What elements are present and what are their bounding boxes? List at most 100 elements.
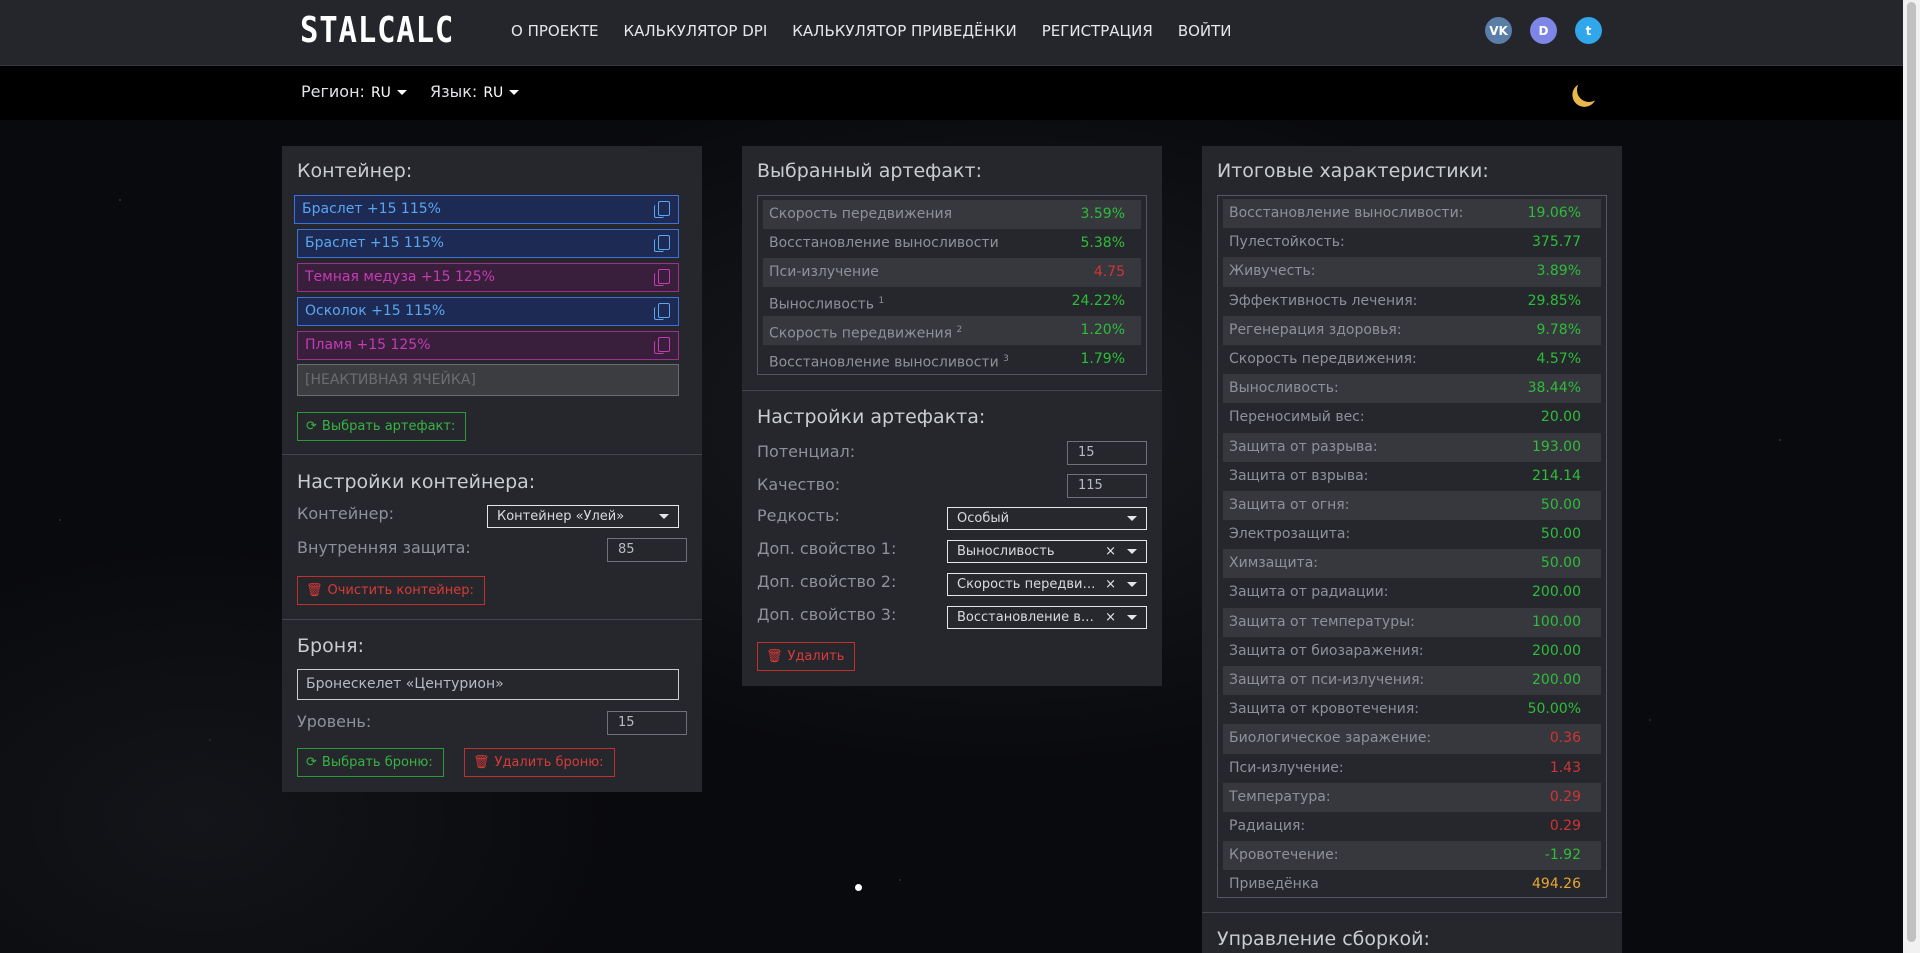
artifact-slot-5[interactable]: Пламя +15 125% (297, 331, 679, 360)
stat-value: 50.00% (1527, 701, 1581, 718)
potential-label: Потенциал: (757, 442, 856, 461)
clear-icon[interactable]: × (1105, 574, 1116, 595)
stat-value: 50.00 (1540, 496, 1581, 513)
container-type-label: Контейнер: (297, 504, 395, 523)
artifact-slot-2[interactable]: Браслет +15 115% (297, 229, 679, 258)
artifact-stats-table: Скорость передвижения 3.59% Восстановлен… (757, 195, 1147, 375)
armor-field[interactable]: Бронескелет «Центурион» (297, 669, 679, 700)
trash-icon: 🗑 (766, 649, 783, 664)
region-selector[interactable]: Регион: RU (301, 82, 407, 101)
nav-link-login[interactable]: ВОЙТИ (1178, 22, 1232, 40)
caret-down-icon (1127, 516, 1137, 521)
stat-value: 9.78% (1536, 321, 1581, 338)
choose-armor-button[interactable]: ⟳ Выбрать броню: (297, 748, 444, 777)
language-label: Язык: (430, 82, 478, 101)
divider (282, 454, 702, 455)
extra-property-1-select[interactable]: Выносливость × (947, 540, 1147, 563)
delete-artifact-button[interactable]: 🗑 Удалить (757, 642, 856, 671)
totals-stat-row: Выносливость: 38.44% (1223, 374, 1601, 404)
carousel-dot[interactable] (855, 884, 862, 891)
nav-link-dpi-calculator[interactable]: КАЛЬКУЛЯТОР DPI (623, 22, 767, 40)
slot-label: [НЕАКТИВНАЯ ЯЧЕЙКА] (305, 372, 476, 388)
stat-name: Пулестойкость: (1229, 234, 1345, 251)
totals-stat-row: Эффективность лечения: 29.85% (1223, 287, 1601, 316)
scrollbar-thumb[interactable] (1907, 2, 1916, 942)
stat-name: Регенерация здоровья: (1229, 321, 1402, 338)
totals-stats-table: Восстановление выносливости: 19.06% Пулест… (1217, 195, 1607, 898)
divider (742, 390, 1162, 391)
clear-container-button[interactable]: 🗑 Очистить контейнер: (297, 576, 485, 605)
delete-armor-button[interactable]: 🗑 Удалить броню: (464, 748, 615, 777)
stat-value: 1.43 (1549, 759, 1581, 776)
discord-icon[interactable]: D (1530, 17, 1557, 44)
clear-icon[interactable]: × (1105, 541, 1116, 562)
totals-stat-row: Кровотечение: -1.92 (1223, 841, 1601, 871)
nav-link-register[interactable]: РЕГИСТРАЦИЯ (1042, 22, 1153, 40)
extra-property-3-label: Доп. свойство 3: (757, 605, 897, 624)
totals-stat-row: Защита от биозаражения: 200.00 (1223, 637, 1601, 666)
caret-down-icon (659, 514, 669, 519)
vk-icon[interactable]: VK (1485, 17, 1512, 44)
artifact-settings-title: Настройки артефакта: (757, 406, 986, 428)
stat-name: Химзащита: (1229, 555, 1319, 572)
extra-property-3-select[interactable]: Восстановление выносливости× (947, 606, 1147, 629)
totals-panel: Итоговые характеристики: Восстановление … (1202, 146, 1622, 953)
copy-icon[interactable] (654, 201, 670, 218)
totals-stat-row: Переносимый вес: 20.00 (1223, 403, 1601, 432)
site-logo[interactable]: STALCALC (300, 10, 454, 51)
stat-value: 4.57% (1536, 350, 1581, 367)
region-value: RU (370, 85, 391, 101)
artifact-stat-row: Скорость передвижения 2 1.20% (763, 316, 1141, 345)
extra-property-2-label: Доп. свойство 2: (757, 572, 897, 591)
scrollbar[interactable] (1903, 0, 1920, 953)
nav-link-reduced-calculator[interactable]: КАЛЬКУЛЯТОР ПРИВЕДЁНКИ (792, 22, 1016, 40)
container-type-select[interactable]: Контейнер «Улей» (487, 505, 679, 528)
nav-link-about[interactable]: О ПРОЕКТЕ (511, 22, 598, 40)
copy-icon[interactable] (654, 303, 670, 320)
stat-value: 0.36 (1549, 730, 1581, 747)
totals-stat-row: Радиация: 0.29 (1223, 812, 1601, 841)
stat-name: Защита от взрыва: (1229, 467, 1369, 484)
armor-level-input[interactable]: 15 (607, 711, 687, 735)
copy-icon[interactable] (654, 269, 670, 286)
totals-stat-row: Пулестойкость: 375.77 (1223, 228, 1601, 257)
totals-stat-row: Температура: 0.29 (1223, 782, 1601, 812)
totals-stat-row: Защита от пси-излучения: 200.00 (1223, 666, 1601, 696)
slot-label: Браслет +15 115% (305, 235, 444, 251)
choose-artifact-button[interactable]: ⟳ Выбрать артефакт: (297, 412, 467, 441)
extra-property-2-select[interactable]: Скорость передвижения× (947, 573, 1147, 596)
stat-value: 200.00 (1532, 642, 1581, 659)
quality-input[interactable]: 115 (1067, 474, 1147, 498)
armor-title: Броня: (297, 635, 364, 657)
stat-value: 200.00 (1532, 584, 1581, 601)
caret-down-icon (396, 90, 407, 95)
stat-name: Пси-излучение: (1229, 759, 1344, 776)
clear-icon[interactable]: × (1105, 607, 1116, 628)
copy-icon[interactable] (654, 235, 670, 252)
artifact-slot-3[interactable]: Темная медуза +15 125% (297, 263, 679, 292)
language-selector[interactable]: Язык: RU (430, 82, 520, 101)
stat-value: 3.89% (1536, 263, 1581, 280)
stat-value: 29.85% (1527, 292, 1581, 309)
artifact-slot-4[interactable]: Осколок +15 115% (297, 297, 679, 326)
copy-icon[interactable] (654, 337, 670, 354)
potential-input[interactable]: 15 (1067, 441, 1147, 465)
twitter-icon[interactable]: t (1575, 17, 1602, 44)
artifact-slot-1[interactable]: Браслет +15 115% (294, 195, 679, 224)
rarity-select[interactable]: Особый (947, 507, 1147, 530)
stat-name: Защита от биозаражения: (1229, 642, 1424, 659)
stat-value: 20.00 (1540, 409, 1581, 426)
armor-level-label: Уровень: (297, 712, 372, 731)
slot-label: Осколок +15 115% (305, 303, 446, 319)
totals-stat-row: Скорость передвижения: 4.57% (1223, 345, 1601, 374)
stat-value: 214.14 (1532, 467, 1581, 484)
stat-name: Скорость передвижения: (1229, 350, 1417, 367)
totals-stat-row: Защита от огня: 50.00 (1223, 490, 1601, 521)
trash-icon: 🗑 (306, 583, 323, 598)
totals-stat-row: Регенерация здоровья: 9.78% (1223, 315, 1601, 345)
artifact-stat-row: Скорость передвижения 3.59% (763, 200, 1141, 229)
stat-name: Переносимый вес: (1229, 409, 1365, 426)
stat-name: Электрозащита: (1229, 526, 1351, 543)
inner-protection-input[interactable]: 85 (607, 538, 687, 562)
stat-name: Защита от разрыва: (1229, 438, 1378, 455)
